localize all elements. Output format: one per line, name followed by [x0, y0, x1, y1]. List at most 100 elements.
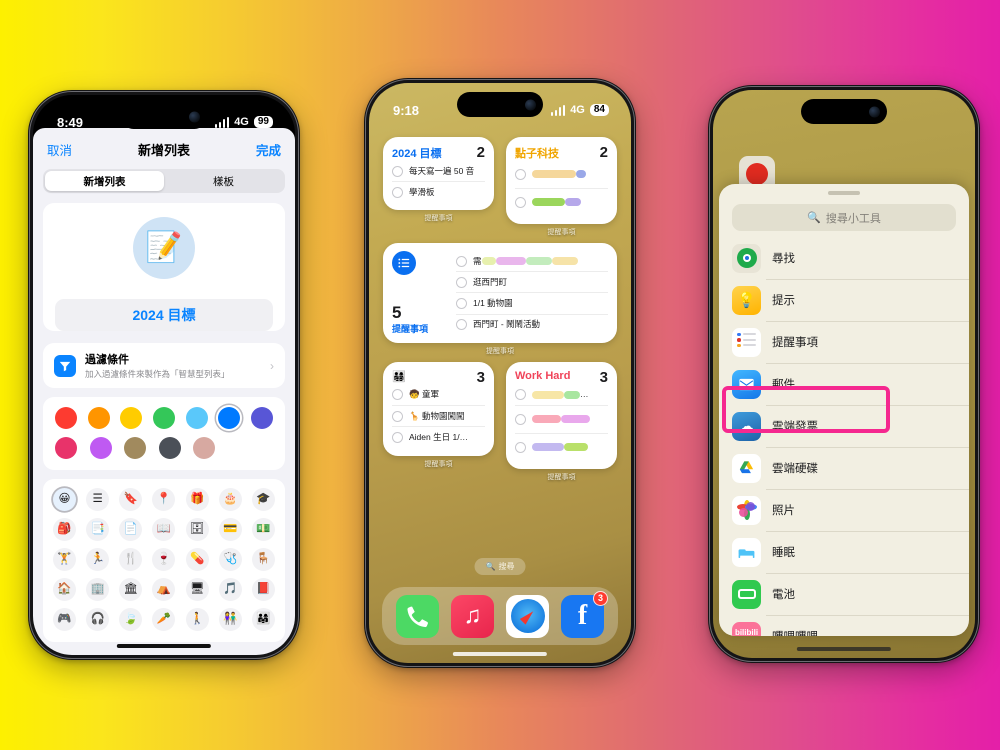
widget-2024-goals[interactable]: 2024 目標 2 每天寫一遍 50 音 學滑板 [383, 137, 494, 211]
home-search-pill[interactable]: 🔍 搜尋 [474, 558, 526, 575]
checkbox-circle[interactable] [456, 298, 467, 310]
color-swatch-green[interactable] [152, 407, 175, 429]
glyph-backpack-icon[interactable]: 🎒 [53, 518, 76, 541]
color-swatch-purple[interactable] [89, 437, 112, 459]
glyph-music-icon[interactable]: 🎵 [218, 578, 242, 601]
checkbox-circle[interactable] [392, 186, 403, 198]
reminder-item[interactable]: 每天寫一遍 50 音 [392, 161, 485, 183]
checkbox-circle[interactable] [392, 431, 403, 443]
checkbox-circle[interactable] [392, 389, 403, 401]
glyph-building-icon[interactable]: 🏢 [86, 578, 110, 601]
list-item-battery[interactable]: 電池 [719, 573, 969, 615]
checkbox-circle[interactable] [456, 319, 467, 331]
glyph-monitor-icon[interactable]: 🖥 [185, 578, 209, 601]
list-item-reminders[interactable]: 提醒事項 [719, 321, 969, 363]
facebook-app[interactable]: f 3 [561, 590, 608, 638]
home-indicator-center[interactable] [452, 651, 548, 656]
glyph-runner-icon[interactable]: 🏃 [86, 548, 110, 571]
glyph-tray-icon[interactable]: 🗄 [185, 518, 209, 541]
glyph-cake-icon[interactable]: 🎂 [218, 488, 242, 511]
color-swatch-indigo[interactable] [250, 407, 273, 429]
widget-search-input[interactable]: 🔍 搜尋小工具 [732, 204, 956, 231]
glyph-gift-icon[interactable]: 🎁 [185, 488, 209, 511]
color-swatch-rose[interactable] [193, 437, 215, 459]
glyph-chair-icon[interactable]: 🪑 [251, 548, 275, 571]
color-swatch-brown[interactable] [124, 437, 146, 459]
home-indicator-right[interactable] [796, 646, 892, 651]
glyph-tent-icon[interactable]: ⛺ [152, 578, 176, 601]
glyph-gamepad-icon[interactable]: 🎮 [53, 608, 76, 631]
reminder-item[interactable]: 逛西門町 [456, 272, 608, 294]
reminder-item[interactable] [515, 406, 608, 435]
safari-app[interactable] [506, 594, 549, 638]
reminder-item[interactable]: … [515, 385, 608, 407]
sheet-grabber[interactable] [828, 191, 860, 195]
reminder-item[interactable]: 西門町 - 鬧鬧活動 [456, 315, 608, 335]
music-app[interactable]: ♫ [451, 594, 494, 638]
glyph-headphones-icon[interactable]: 🎧 [86, 608, 110, 631]
color-swatch-lightblue[interactable] [185, 407, 208, 429]
color-swatch-pink[interactable] [55, 437, 77, 459]
glyph-pills-icon[interactable]: 💊 [185, 548, 209, 571]
glyph-carrot-icon[interactable]: 🥕 [152, 608, 176, 631]
checkbox-circle[interactable] [456, 276, 467, 288]
color-swatch-yellow[interactable] [120, 407, 143, 429]
color-swatch-red[interactable] [55, 407, 77, 429]
glyph-leaf-icon[interactable]: 🍃 [119, 608, 143, 631]
list-item-google-drive[interactable]: 雲端硬碟 [719, 447, 969, 489]
checkbox-circle[interactable] [392, 165, 403, 177]
checkbox-circle[interactable] [392, 410, 403, 422]
glyph-cutlery-icon[interactable]: 🍴 [119, 548, 143, 571]
glyph-family-icon[interactable]: 👨‍👩‍👧 [251, 608, 275, 631]
tab-template[interactable]: 樣板 [164, 171, 283, 191]
reminder-item[interactable] [515, 434, 608, 461]
reminder-item[interactable] [515, 161, 608, 189]
reminder-item[interactable]: 🦒 動物園闖闖 [392, 406, 485, 428]
reminder-item[interactable]: 學滑板 [392, 182, 485, 202]
phone-app[interactable] [396, 594, 439, 638]
glyph-stethoscope-icon[interactable]: 🩺 [218, 548, 242, 571]
glyph-creditcard-icon[interactable]: 💳 [218, 518, 242, 541]
checkbox-circle[interactable] [456, 255, 467, 267]
list-emoji-icon[interactable]: 📝 [133, 217, 195, 279]
list-item-tips[interactable]: 💡 提示 [719, 279, 969, 321]
done-button[interactable]: 完成 [256, 140, 281, 159]
home-indicator-left[interactable] [116, 643, 212, 648]
glyph-graduation-icon[interactable]: 🎓 [251, 488, 275, 511]
checkbox-circle[interactable] [515, 414, 526, 426]
glyph-book-icon[interactable]: 📕 [251, 578, 275, 601]
glyph-person-icon[interactable]: 🚶 [185, 608, 209, 631]
glyph-list-icon[interactable]: ☰ [86, 488, 110, 511]
widget-family[interactable]: 👨‍👩‍👧‍👦 3 🧒 童軍 🦒 動物園闖闖 [383, 361, 494, 456]
glyph-dumbbell-icon[interactable]: 🏋 [53, 548, 76, 571]
glyph-picker[interactable]: 😀 ☰ 🔖 📍 🎁 🎂 🎓 🎒 📑 📄 📖 🗄 💳 💵 🏋 🏃 🍴 🍷 💊 🩺 … [43, 479, 285, 642]
checkbox-circle[interactable] [515, 169, 526, 180]
glyph-smiley-icon[interactable]: 😀 [53, 488, 76, 511]
glyph-document-icon[interactable]: 📄 [119, 518, 143, 541]
color-swatch-orange[interactable] [87, 407, 110, 429]
glyph-bank-icon[interactable]: 🏛 [119, 578, 143, 601]
glyph-bookmark-icon[interactable]: 🔖 [119, 488, 143, 511]
color-swatch-gray[interactable] [158, 437, 181, 459]
color-picker[interactable] [43, 397, 285, 470]
color-swatch-blue[interactable] [218, 407, 241, 429]
filter-row-card[interactable]: 過濾條件 加入過濾條件來製作為「智慧型列表」 › [43, 343, 285, 388]
glyph-house-icon[interactable]: 🏠 [53, 578, 76, 601]
list-item-mail[interactable]: 郵件 [719, 363, 969, 405]
list-item-findmy[interactable]: 尋找 [719, 237, 969, 279]
list-item-photos[interactable]: 照片 [719, 489, 969, 531]
segmented-control[interactable]: 新增列表 樣板 [43, 169, 285, 193]
glyph-openbook-icon[interactable]: 📖 [152, 518, 176, 541]
list-item-sleep[interactable]: 睡眠 [719, 531, 969, 573]
reminder-item[interactable]: Aiden 生日 1/… [392, 427, 485, 447]
glyph-books-icon[interactable]: 📑 [86, 518, 110, 541]
glyph-pin-icon[interactable]: 📍 [152, 488, 176, 511]
widget-idea-tech[interactable]: 點子科技 2 [506, 137, 617, 224]
tab-new-list[interactable]: 新增列表 [45, 171, 164, 191]
reminder-item[interactable]: 需 [456, 251, 608, 273]
cancel-button[interactable]: 取消 [47, 140, 72, 159]
reminder-item[interactable]: 1/1 動物園 [456, 293, 608, 315]
widget-reminders-large[interactable]: 5 提醒事項 需 逛西門町 1/1 動物園 西門町 - 鬧鬧活動 [383, 243, 617, 343]
list-item-einvoice[interactable]: ☁ 雲端發票 [719, 405, 969, 447]
glyph-banknote-icon[interactable]: 💵 [251, 518, 275, 541]
